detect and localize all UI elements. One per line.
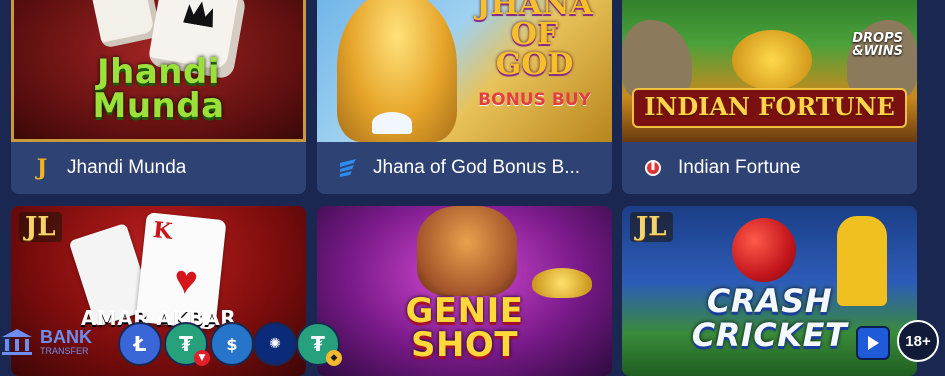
bank-icon [0,327,34,357]
tron-tether-icon[interactable]: ₮ ▼ [164,322,210,366]
jili-badge: JL [630,212,673,242]
usdc-icon[interactable]: $ [210,322,254,366]
game-caption[interactable]: Jhana of God Bonus B... [317,142,612,194]
tron-mini-icon: ▼ [194,350,210,366]
bank-label: BANK [40,327,92,347]
jili-j-icon: J [36,155,48,181]
game-card-genie-shot[interactable]: GENIE SHOT [317,206,612,376]
cricket-ball-icon [732,218,796,282]
game-title: Jhana of God Bonus B... [373,157,581,178]
games-grid: Jhandi Munda J Jhandi Munda JHANA OF GOD… [0,0,945,376]
bank-sublabel: TRANSFER [40,346,89,356]
game-card-jhana-of-god[interactable]: JHANA OF GOD BONUS BUY Jhana of God Bonu… [317,0,612,194]
game-art-title: Jhandi Munda [92,52,225,126]
wave-provider-icon [337,157,359,179]
video-play-button[interactable] [856,326,890,360]
red-circle-provider-icon [642,157,664,179]
game-title: Jhandi Munda [67,157,187,178]
game-art-title: JHANA OF GOD [476,0,593,82]
litecoin-icon[interactable]: Ł [118,322,162,366]
game-thumbnail[interactable]: JHANA OF GOD BONUS BUY [317,0,612,142]
game-card-jhandi-munda[interactable]: Jhandi Munda J Jhandi Munda [11,0,306,194]
card-letter: K [151,216,174,245]
game-card-indian-fortune[interactable]: INDIAN FORTUNE DROPS &WINS Indian Fortun… [622,0,917,194]
lotus-icon [372,112,412,134]
bnb-mini-icon: ◆ [326,350,342,366]
jili-badge: JL [19,212,62,242]
game-thumbnail[interactable]: GENIE SHOT [317,206,612,376]
tether-icon[interactable]: ₮ ◆ [296,322,342,366]
game-title: Indian Fortune [678,157,801,178]
game-art-title: GENIE SHOT [405,291,524,365]
game-caption[interactable]: J Jhandi Munda [11,142,306,194]
drops-wins-badge: DROPS &WINS [852,31,903,59]
heart-icon: ♥ [171,257,201,304]
cardano-icon[interactable]: ✺ [253,322,297,366]
genie-figure [417,206,517,296]
bank-transfer-item[interactable]: BANK TRANSFER [0,324,92,360]
game-caption[interactable]: Indian Fortune [622,142,917,194]
game-art-title: INDIAN FORTUNE [632,88,907,128]
age-restriction-badge: 18+ [897,320,939,362]
game-thumbnail[interactable]: Jhandi Munda [11,0,306,142]
game-thumbnail[interactable]: INDIAN FORTUNE DROPS &WINS [622,0,917,142]
payment-methods-bar: BANK TRANSFER Ł ₮ ▼ $ ✺ ₮ ◆ [0,318,360,366]
game-art-subtitle: BONUS BUY [478,90,591,110]
gold-pot-icon [732,30,812,90]
